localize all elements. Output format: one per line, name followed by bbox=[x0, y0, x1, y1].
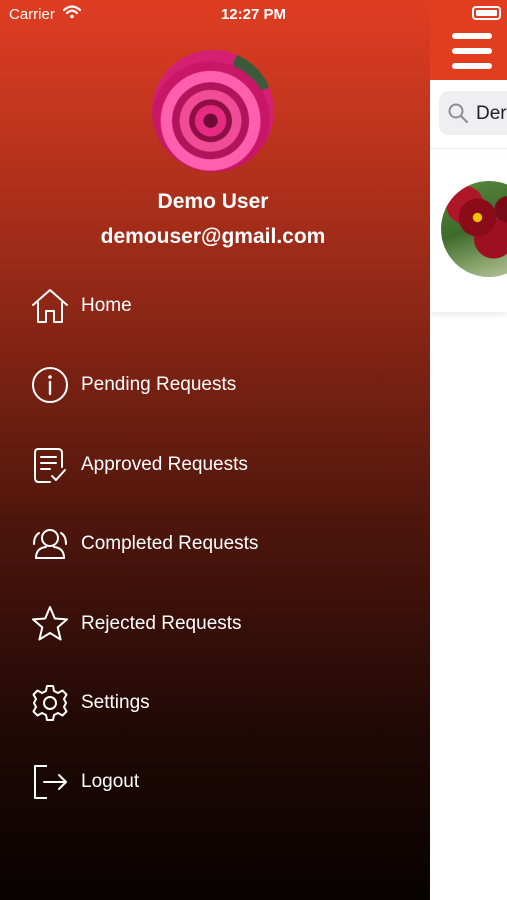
menu-label: Approved Requests bbox=[81, 454, 248, 475]
status-bar: Carrier 12:27 PM bbox=[0, 0, 430, 28]
star-icon bbox=[30, 604, 70, 644]
menu-item-logout[interactable]: Logout bbox=[0, 747, 430, 817]
hamburger-menu-icon[interactable] bbox=[452, 33, 492, 69]
divider bbox=[430, 148, 507, 149]
user-name: Demo User bbox=[157, 190, 269, 213]
menu-label: Completed Requests bbox=[81, 533, 259, 554]
list-item[interactable] bbox=[430, 160, 507, 312]
menu-item-home[interactable]: Home bbox=[0, 271, 430, 341]
gear-icon bbox=[30, 683, 70, 723]
menu-label: Pending Requests bbox=[81, 374, 237, 395]
menu-label: Settings bbox=[81, 692, 150, 713]
side-drawer: Carrier 12:27 PM Demo User demouser@gmai… bbox=[0, 0, 430, 900]
avatar[interactable] bbox=[152, 50, 274, 172]
search-icon bbox=[448, 103, 469, 124]
document-check-icon bbox=[30, 445, 70, 485]
search-query: Der bbox=[476, 103, 507, 124]
menu-item-pending-requests[interactable]: Pending Requests bbox=[0, 350, 430, 420]
users-icon bbox=[30, 524, 70, 564]
menu-label: Home bbox=[81, 295, 132, 316]
menu-item-approved-requests[interactable]: Approved Requests bbox=[0, 430, 430, 500]
info-icon bbox=[30, 365, 70, 405]
menu-item-rejected-requests[interactable]: Rejected Requests bbox=[0, 589, 430, 659]
search-input[interactable]: Der bbox=[439, 91, 507, 135]
main-screen: Der bbox=[430, 0, 507, 900]
menu-label: Logout bbox=[81, 771, 140, 792]
logout-icon bbox=[30, 762, 70, 802]
home-icon bbox=[30, 286, 70, 326]
clock: 12:27 PM bbox=[220, 6, 287, 23]
menu-label: Rejected Requests bbox=[81, 613, 242, 634]
flower-thumbnail bbox=[441, 181, 507, 277]
user-email: demouser@gmail.com bbox=[100, 225, 326, 248]
menu-item-settings[interactable]: Settings bbox=[0, 668, 430, 738]
menu-item-completed-requests[interactable]: Completed Requests bbox=[0, 509, 430, 579]
